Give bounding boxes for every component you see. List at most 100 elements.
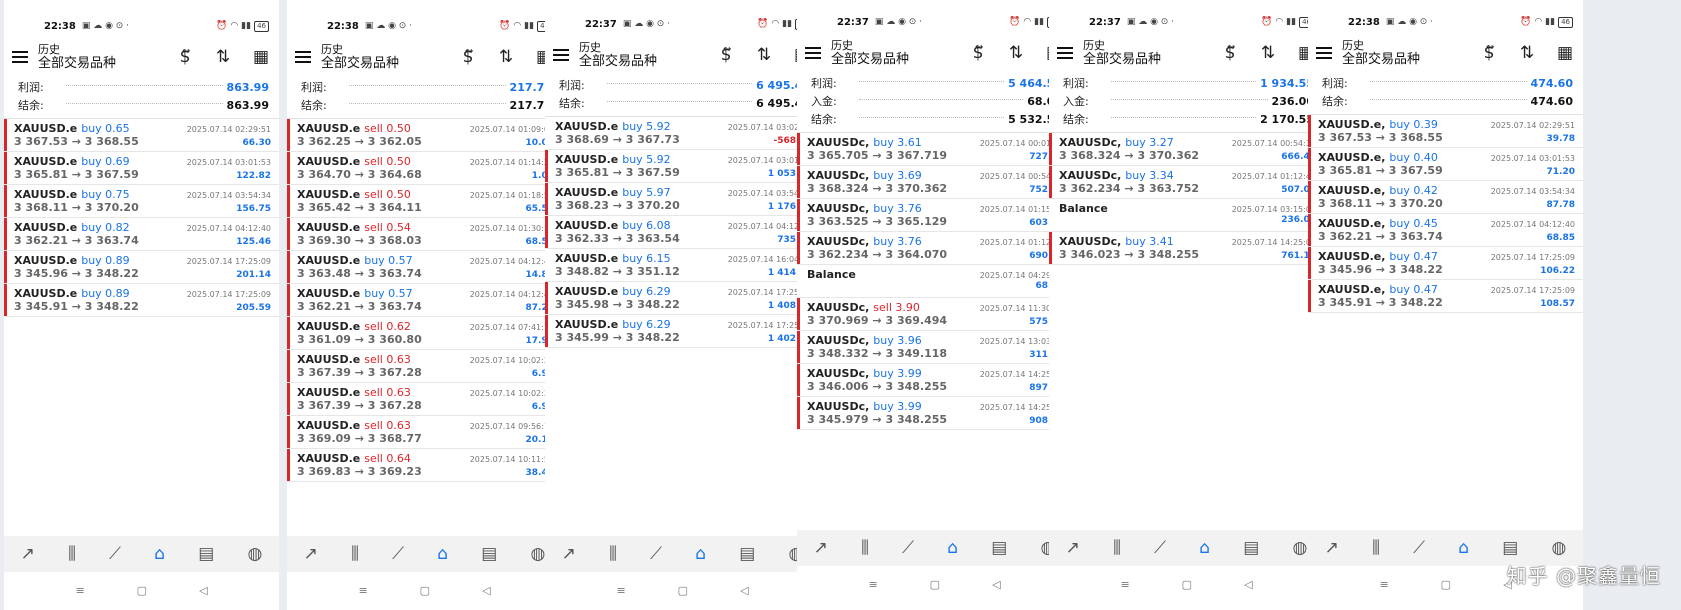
chart-candles-icon[interactable]: ⫼ [861, 538, 869, 558]
sort-icon[interactable]: ⇅ [1258, 43, 1278, 63]
deal-row[interactable]: XAUUSD.e, buy 0.39 2025.07.14 02:29:51 3 36… [1308, 115, 1583, 148]
sort-icon[interactable]: ⇅ [1006, 43, 1026, 63]
trade-icon[interactable]: ↗ [1325, 538, 1339, 558]
chat-icon[interactable]: ◍ [248, 544, 263, 564]
deal-row[interactable]: Balance 2025.07.14 03:15:07 236.00 [1049, 199, 1324, 232]
recents-button[interactable]: ≡ [1120, 578, 1129, 591]
deal-row[interactable]: XAUUSD.e buy 6.29 2025.07.14 17:25:09 3 345… [545, 315, 820, 348]
recents-button[interactable]: ≡ [868, 578, 877, 591]
dollar-swap-icon[interactable]: $⃡ [175, 47, 195, 67]
sort-icon[interactable]: ⇅ [213, 47, 233, 67]
chart-candles-icon[interactable]: ⫼ [351, 544, 359, 564]
deal-row[interactable]: XAUUSDc, buy 3.27 2025.07.14 00:54:33 3 368… [1049, 133, 1324, 166]
menu-icon[interactable] [553, 49, 569, 61]
deal-row[interactable]: XAUUSD.e sell 0.63 2025.07.14 10:02:27 3 36… [287, 350, 562, 383]
news-icon[interactable]: ▤ [991, 538, 1007, 558]
deal-row[interactable]: XAUUSD.e buy 5.92 2025.07.14 03:02:04 3 368… [545, 117, 820, 150]
trade-icon[interactable]: ↗ [1066, 538, 1080, 558]
trade-icon[interactable]: ↗ [304, 544, 318, 564]
home-button[interactable]: ▢ [930, 578, 940, 591]
deal-row[interactable]: XAUUSD.e buy 0.75 2025.07.14 03:54:34 3 368… [4, 185, 279, 218]
menu-icon[interactable] [1057, 47, 1073, 59]
deal-row[interactable]: XAUUSD.e sell 0.63 2025.07.14 10:02:27 3 36… [287, 383, 562, 416]
trend-icon[interactable]: ⟋ [650, 544, 662, 564]
menu-icon[interactable] [1316, 47, 1332, 59]
back-button[interactable]: ◁ [1244, 578, 1252, 591]
deal-row[interactable]: XAUUSDc, buy 3.99 2025.07.14 14:25:09 3 345… [797, 397, 1072, 430]
dollar-swap-icon[interactable]: $⃡ [1479, 43, 1499, 63]
deal-row[interactable]: XAUUSD.e buy 0.89 2025.07.14 17:25:09 3 345… [4, 251, 279, 284]
deal-row[interactable]: XAUUSD.e buy 6.08 2025.07.14 04:12:41 3 362… [545, 216, 820, 249]
recents-button[interactable]: ≡ [75, 584, 84, 597]
deal-row[interactable]: XAUUSD.e buy 0.65 2025.07.14 02:29:51 3 367… [4, 119, 279, 152]
history-inbox-icon[interactable]: ⌂ [695, 544, 706, 564]
deal-row[interactable]: XAUUSD.e sell 0.54 2025.07.14 01:30:14 3 36… [287, 218, 562, 251]
deal-row[interactable]: XAUUSD.e buy 5.97 2025.07.14 03:54:34 3 368… [545, 183, 820, 216]
deal-row[interactable]: XAUUSDc, buy 3.61 2025.07.14 00:01:53 3 365… [797, 133, 1072, 166]
trend-icon[interactable]: ⟋ [109, 544, 121, 564]
chat-icon[interactable]: ◍ [1552, 538, 1567, 558]
deal-row[interactable]: XAUUSDc, buy 3.76 2025.07.14 01:15:35 3 363… [797, 199, 1072, 232]
dollar-swap-icon[interactable]: $⃡ [968, 43, 988, 63]
chat-icon[interactable]: ◍ [1293, 538, 1308, 558]
home-button[interactable]: ▢ [678, 584, 688, 597]
deal-row[interactable]: XAUUSD.e buy 0.57 2025.07.14 04:12:40 3 362… [287, 284, 562, 317]
history-inbox-icon[interactable]: ⌂ [1199, 538, 1210, 558]
deal-row[interactable]: XAUUSD.e, buy 0.45 2025.07.14 04:12:40 3 36… [1308, 214, 1583, 247]
chart-candles-icon[interactable]: ⫼ [1372, 538, 1380, 558]
deal-row[interactable]: XAUUSD.e sell 0.63 2025.07.14 09:56:12 3 36… [287, 416, 562, 449]
trend-icon[interactable]: ⟋ [902, 538, 914, 558]
deal-row[interactable]: XAUUSD.e sell 0.64 2025.07.14 10:11:57 3 36… [287, 449, 562, 482]
deal-row[interactable]: XAUUSDc, buy 3.69 2025.07.14 00:54:33 3 368… [797, 166, 1072, 199]
deal-row[interactable]: XAUUSD.e buy 6.29 2025.07.14 17:25:09 3 345… [545, 282, 820, 315]
news-icon[interactable]: ▤ [481, 544, 497, 564]
sort-icon[interactable]: ⇅ [496, 47, 516, 67]
calendar-icon[interactable]: ▦ [251, 47, 271, 67]
deal-row[interactable]: XAUUSD.e, buy 0.47 2025.07.14 17:25:09 3 34… [1308, 247, 1583, 280]
home-button[interactable]: ▢ [137, 584, 147, 597]
deal-row[interactable]: XAUUSD.e buy 5.92 2025.07.14 03:01:53 3 365… [545, 150, 820, 183]
home-button[interactable]: ▢ [1182, 578, 1192, 591]
trend-icon[interactable]: ⟋ [392, 544, 404, 564]
deal-row[interactable]: XAUUSD.e sell 0.50 2025.07.14 01:18:56 3 36… [287, 185, 562, 218]
news-icon[interactable]: ▤ [198, 544, 214, 564]
home-button[interactable]: ▢ [1441, 578, 1451, 591]
back-button[interactable]: ◁ [199, 584, 207, 597]
history-inbox-icon[interactable]: ⌂ [154, 544, 165, 564]
news-icon[interactable]: ▤ [1243, 538, 1259, 558]
trend-icon[interactable]: ⟋ [1154, 538, 1166, 558]
sort-icon[interactable]: ⇅ [1517, 43, 1537, 63]
dollar-swap-icon[interactable]: $⃡ [1220, 43, 1240, 63]
dollar-swap-icon[interactable]: $⃡ [458, 47, 478, 67]
recents-button[interactable]: ≡ [358, 584, 367, 597]
deal-row[interactable]: XAUUSD.e buy 0.82 2025.07.14 04:12:40 3 362… [4, 218, 279, 251]
trade-icon[interactable]: ↗ [814, 538, 828, 558]
news-icon[interactable]: ▤ [739, 544, 755, 564]
deal-row[interactable]: Balance2025.07.14 04:29:3168.00 [797, 265, 1072, 298]
deal-row[interactable]: XAUUSD.e, buy 0.47 2025.07.14 17:25:09 3 34… [1308, 280, 1583, 313]
sort-icon[interactable]: ⇅ [754, 45, 774, 65]
deal-row[interactable]: XAUUSD.e, buy 0.40 2025.07.14 03:01:53 3 36… [1308, 148, 1583, 181]
chart-candles-icon[interactable]: ⫼ [1113, 538, 1121, 558]
news-icon[interactable]: ▤ [1502, 538, 1518, 558]
trend-icon[interactable]: ⟋ [1413, 538, 1425, 558]
deal-row[interactable]: XAUUSDc, sell 3.90 2025.07.14 11:30:50 3 37… [797, 298, 1072, 331]
chart-candles-icon[interactable]: ⫼ [609, 544, 617, 564]
deal-row[interactable]: XAUUSDc, buy 3.76 2025.07.14 01:12:41 3 362… [797, 232, 1072, 265]
dollar-swap-icon[interactable]: $⃡ [716, 45, 736, 65]
deal-row[interactable]: XAUUSD.e buy 6.15 2025.07.14 16:04:38 3 348… [545, 249, 820, 282]
history-inbox-icon[interactable]: ⌂ [1458, 538, 1469, 558]
back-button[interactable]: ◁ [482, 584, 490, 597]
deal-row[interactable]: XAUUSDc, buy 3.99 2025.07.14 14:25:09 3 346… [797, 364, 1072, 397]
deal-row[interactable]: XAUUSD.e buy 0.69 2025.07.14 03:01:53 3 365… [4, 152, 279, 185]
trade-icon[interactable]: ↗ [562, 544, 576, 564]
back-button[interactable]: ◁ [992, 578, 1000, 591]
back-button[interactable]: ◁ [740, 584, 748, 597]
history-inbox-icon[interactable]: ⌂ [437, 544, 448, 564]
history-inbox-icon[interactable]: ⌂ [947, 538, 958, 558]
deal-row[interactable]: XAUUSDc, buy 3.96 2025.07.14 13:03:47 3 348… [797, 331, 1072, 364]
deal-row[interactable]: XAUUSD.e, buy 0.42 2025.07.14 03:54:34 3 36… [1308, 181, 1583, 214]
deal-row[interactable]: XAUUSDc, buy 3.41 2025.07.14 14:25:09 3 346… [1049, 232, 1324, 265]
chat-icon[interactable]: ◍ [531, 544, 546, 564]
home-button[interactable]: ▢ [420, 584, 430, 597]
